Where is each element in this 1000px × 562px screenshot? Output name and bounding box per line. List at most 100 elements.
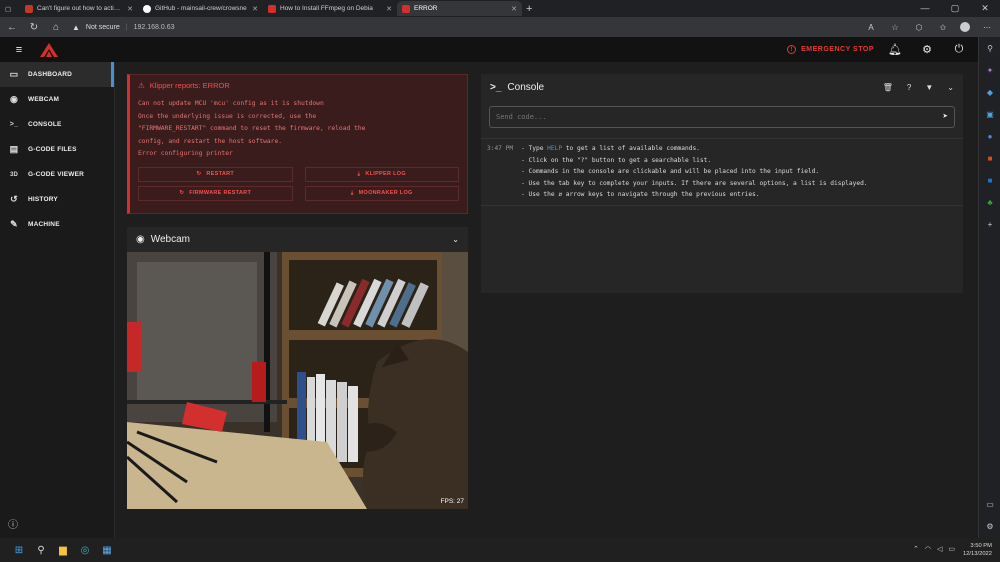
download-icon: ⤓ [357, 170, 361, 177]
tab-close-icon[interactable]: ✕ [511, 5, 517, 13]
back-icon[interactable]: ← [6, 22, 18, 33]
send-icon[interactable]: ➤ [943, 112, 948, 122]
help-command-link[interactable]: HELP [547, 145, 562, 152]
console-line: - Use the tab key to complete your input… [521, 179, 868, 187]
moonraker-log-button[interactable]: ⤓ MOONRAKER LOG [304, 185, 459, 201]
profile-icon[interactable] [960, 22, 970, 32]
tree-icon[interactable]: ♣ [979, 191, 1000, 213]
sidebar-item-label: G-CODE VIEWER [28, 171, 85, 178]
store-icon[interactable]: ▦ [96, 540, 118, 560]
minimize-icon[interactable]: — [910, 3, 940, 14]
browser-tab-0[interactable]: Can't figure out how to activate · ✕ [20, 1, 138, 16]
file-icon: ▤ [9, 144, 19, 154]
firmware-restart-button[interactable]: ↻ FIRMWARE RESTART [138, 185, 293, 201]
chevron-up-icon[interactable]: ⌃ [913, 546, 919, 554]
browser-side-panel: ⚲ ✦ ◆ ▣ ● ■ ■ ♣ + ▭ ⚙ [978, 37, 1000, 538]
menu-icon[interactable]: ≡ [8, 44, 30, 56]
edge-icon[interactable]: ◎ [74, 540, 96, 560]
emergency-stop-button[interactable]: ! EMERGENCY STOP [787, 45, 874, 54]
sidebar-item-console[interactable]: >_ CONSOLE [0, 112, 114, 137]
klipper-log-button[interactable]: ⤓ KLIPPER LOG [304, 166, 459, 182]
console-timestamp: 3:47 PM [487, 145, 514, 152]
console-icon: >_ [490, 81, 502, 93]
browser-tab-3[interactable]: ERROR ✕ [397, 1, 522, 16]
office-icon[interactable]: ■ [979, 147, 1000, 169]
error-title: Klipper reports: ERROR [149, 81, 230, 90]
favorites-icon[interactable]: ✩ [936, 23, 950, 32]
chevron-down-icon[interactable]: ⌄ [947, 83, 954, 92]
new-tab-icon[interactable]: + [526, 3, 532, 15]
home-icon[interactable]: ⌂ [50, 22, 62, 33]
browser-tab-2[interactable]: How to Install FFmpeg on Debia ✕ [263, 1, 397, 16]
sidebar-item-history[interactable]: ↺ HISTORY [0, 187, 114, 212]
mainsail-logo[interactable] [40, 42, 58, 57]
tab-close-icon[interactable]: ✕ [127, 5, 133, 13]
more-icon[interactable]: ⋯ [980, 23, 994, 32]
klipper-error-card: ⚠ Klipper reports: ERROR Can not update … [127, 74, 468, 214]
webcam-icon: ◉ [136, 234, 145, 245]
search-icon[interactable]: ⚲ [979, 37, 1000, 59]
settings-icon[interactable]: ⚙ [916, 43, 938, 56]
firmware-restart-label: FIRMWARE RESTART [189, 190, 252, 196]
restart-icon: ↻ [179, 190, 185, 196]
toolbox-icon[interactable]: ▣ [979, 103, 1000, 125]
question-icon[interactable]: ? [907, 83, 911, 92]
help-icon[interactable]: ⓘ [8, 516, 18, 531]
sidebar-item-label: DASHBOARD [28, 71, 73, 78]
tab-title: Can't figure out how to activate · [37, 5, 124, 12]
people-icon[interactable]: ● [979, 125, 1000, 147]
error-title-row: ⚠ Klipper reports: ERROR [138, 81, 459, 90]
url-field[interactable]: ▲ Not secure | 192.168.0.63 [72, 23, 854, 32]
sparkle-icon[interactable]: ✦ [979, 59, 1000, 81]
tab-title: How to Install FFmpeg on Debia [280, 5, 373, 12]
browser-tab-1[interactable]: GitHub - mainsail-crew/crowsne ✕ [138, 1, 263, 16]
klipper-log-label: KLIPPER LOG [365, 171, 406, 177]
clock[interactable]: ⌃ ◠ ◁ ▭ 3:50 PM 12/13/2022 [913, 542, 992, 558]
bell-icon[interactable]: 🔔︎ [884, 43, 906, 56]
console-text: - Type [521, 145, 548, 152]
filter-icon[interactable]: ▼ [925, 83, 933, 92]
tab-close-icon[interactable]: ✕ [386, 5, 392, 13]
search-icon[interactable]: ⚲ [30, 540, 52, 560]
chevron-down-icon[interactable]: ⌄ [452, 235, 459, 244]
sidebar-item-machine[interactable]: ✎ MACHINE [0, 212, 114, 237]
tab-actions-icon[interactable]: ▢ [0, 1, 20, 16]
tab-favicon-icon [268, 4, 276, 13]
sidebar-item-gcode-viewer[interactable]: 3D G-CODE VIEWER [0, 162, 114, 187]
sidebar-item-dashboard[interactable]: ▭ DASHBOARD [0, 62, 114, 87]
console-input-field[interactable]: ➤ [489, 106, 955, 128]
wrench-icon: ✎ [10, 219, 18, 229]
sidebar-item-webcam[interactable]: ◉ WEBCAM [0, 87, 114, 112]
moonraker-log-label: MOONRAKER LOG [358, 190, 413, 196]
webcam-header[interactable]: ◉ Webcam ⌄ [127, 227, 468, 252]
refresh-icon[interactable]: ↻ [28, 22, 40, 33]
send-code-input[interactable] [496, 113, 943, 121]
system-tray: ⌃ ◠ ◁ ▭ [913, 546, 955, 554]
settings-icon[interactable]: ⚙ [979, 515, 1000, 537]
favorite-icon[interactable]: ☆ [888, 23, 902, 32]
split-view-icon[interactable]: ▭ [979, 493, 1000, 515]
battery-icon[interactable]: ▭ [948, 546, 955, 554]
extensions-icon[interactable]: ⬡ [912, 23, 926, 32]
browser-tab-strip: ▢ Can't figure out how to activate · ✕ G… [0, 0, 1000, 17]
error-actions: ↻ RESTART ⤓ KLIPPER LOG ↻ FIRMWARE RESTA… [138, 166, 459, 201]
restart-label: RESTART [206, 171, 235, 177]
wifi-icon[interactable]: ◠ [925, 546, 931, 554]
file-explorer-icon[interactable]: ▆ [52, 540, 74, 560]
add-icon[interactable]: + [979, 213, 1000, 235]
shopping-tag-icon[interactable]: ◆ [979, 81, 1000, 103]
trash-icon[interactable]: 🗑︎ [883, 83, 893, 92]
webcam-stream: FPS: 27 [127, 252, 468, 509]
outlook-icon[interactable]: ■ [979, 169, 1000, 191]
windows-start-icon[interactable]: ⊞ [8, 540, 30, 560]
console-title: Console [507, 81, 545, 93]
read-aloud-icon[interactable]: A [864, 23, 878, 32]
volume-icon[interactable]: ◁ [937, 546, 942, 554]
tab-close-icon[interactable]: ✕ [252, 5, 258, 13]
sidebar-item-gcode-files[interactable]: ▤ G-CODE FILES [0, 137, 114, 162]
restart-button[interactable]: ↻ RESTART [138, 166, 293, 182]
power-icon[interactable]: ⏻ [948, 43, 970, 56]
maximize-icon[interactable]: ▢ [940, 3, 970, 14]
console-entry[interactable]: - Type HELP to get a list of available c… [521, 143, 867, 201]
close-window-icon[interactable]: ✕ [970, 3, 1000, 14]
